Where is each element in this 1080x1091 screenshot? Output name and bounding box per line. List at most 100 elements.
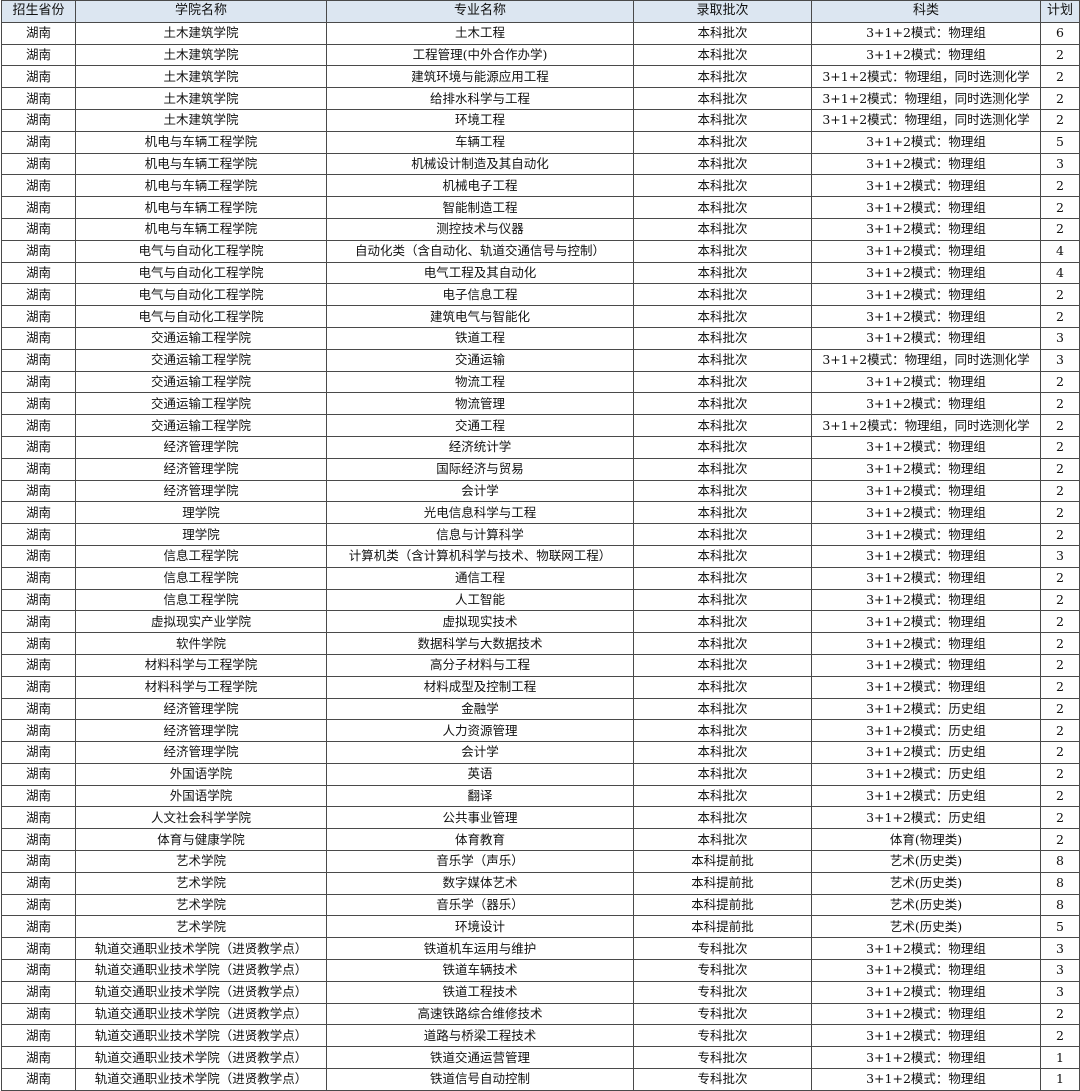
college-cell: 人文社会科学学院 bbox=[75, 806, 327, 830]
subject-category-cell: 3+1+2模式：物理组 bbox=[811, 196, 1041, 219]
table-row: 湖南 交通运输工程学院 交通工程 本科批次 3+1+2模式：物理组，同时选测化学 2 bbox=[1, 414, 1080, 437]
subject-category-cell: 3+1+2模式：物理组 bbox=[811, 43, 1041, 67]
table-row: 湖南 材料科学与工程学院 材料成型及控制工程 本科批次 3+1+2模式：物理组 2 bbox=[1, 675, 1080, 699]
plan-count-cell: 2 bbox=[1040, 1024, 1080, 1048]
major-cell: 铁道工程 bbox=[326, 326, 634, 350]
major-cell: 数据科学与大数据技术 bbox=[326, 632, 634, 655]
province-cell: 湖南 bbox=[1, 871, 76, 895]
header-major: 专业名称 bbox=[326, 0, 634, 23]
batch-cell: 本科批次 bbox=[633, 348, 812, 372]
province-cell: 湖南 bbox=[1, 435, 76, 459]
province-cell: 湖南 bbox=[1, 196, 76, 219]
plan-count-cell: 2 bbox=[1040, 414, 1080, 437]
batch-cell: 专科批次 bbox=[633, 1068, 812, 1091]
plan-count-cell: 6 bbox=[1040, 21, 1080, 45]
province-cell: 湖南 bbox=[1, 632, 76, 655]
province-cell: 湖南 bbox=[1, 1068, 76, 1091]
province-cell: 湖南 bbox=[1, 697, 76, 721]
plan-count-cell: 2 bbox=[1040, 523, 1080, 546]
college-cell: 土木建筑学院 bbox=[75, 43, 327, 67]
college-cell: 电气与自动化工程学院 bbox=[75, 261, 327, 285]
major-cell: 铁道信号自动控制 bbox=[326, 1068, 634, 1091]
batch-cell: 本科批次 bbox=[633, 719, 812, 743]
major-cell: 铁道工程技术 bbox=[326, 980, 634, 1004]
subject-category-cell: 3+1+2模式：物理组 bbox=[811, 21, 1041, 45]
subject-category-cell: 3+1+2模式：物理组 bbox=[811, 326, 1041, 350]
province-cell: 湖南 bbox=[1, 152, 76, 176]
college-cell: 理学院 bbox=[75, 523, 327, 546]
subject-category-cell: 3+1+2模式：历史组 bbox=[811, 784, 1041, 808]
plan-count-cell: 2 bbox=[1040, 87, 1080, 110]
province-cell: 湖南 bbox=[1, 65, 76, 89]
batch-cell: 本科批次 bbox=[633, 414, 812, 437]
plan-count-cell: 2 bbox=[1040, 479, 1080, 503]
table-row: 湖南 电气与自动化工程学院 自动化类（含自动化、轨道交通信号与控制） 本科批次 3+1+… bbox=[1, 239, 1080, 263]
table-row: 湖南 材料科学与工程学院 高分子材料与工程 本科批次 3+1+2模式：物理组 2 bbox=[1, 653, 1080, 677]
table-row: 湖南 机电与车辆工程学院 测控技术与仪器 本科批次 3+1+2模式：物理组 2 bbox=[1, 217, 1080, 241]
plan-count-cell: 4 bbox=[1040, 239, 1080, 263]
plan-count-cell: 2 bbox=[1040, 632, 1080, 655]
table-row: 湖南 交通运输工程学院 交通运输 本科批次 3+1+2模式：物理组，同时选测化学 3 bbox=[1, 348, 1080, 372]
major-cell: 信息与计算科学 bbox=[326, 523, 634, 546]
province-cell: 湖南 bbox=[1, 108, 76, 132]
plan-count-cell: 1 bbox=[1040, 1068, 1080, 1091]
batch-cell: 本科批次 bbox=[633, 174, 812, 198]
province-cell: 湖南 bbox=[1, 828, 76, 852]
batch-cell: 本科批次 bbox=[633, 457, 812, 481]
batch-cell: 专科批次 bbox=[633, 959, 812, 982]
batch-cell: 本科批次 bbox=[633, 741, 812, 764]
table-row: 湖南 电气与自动化工程学院 电气工程及其自动化 本科批次 3+1+2模式：物理组 4 bbox=[1, 261, 1080, 285]
plan-count-cell: 3 bbox=[1040, 959, 1080, 982]
province-cell: 湖南 bbox=[1, 1002, 76, 1026]
plan-count-cell: 8 bbox=[1040, 893, 1080, 917]
table-row: 湖南 交通运输工程学院 物流工程 本科批次 3+1+2模式：物理组 2 bbox=[1, 370, 1080, 394]
batch-cell: 本科批次 bbox=[633, 239, 812, 263]
table-row: 湖南 电气与自动化工程学院 电子信息工程 本科批次 3+1+2模式：物理组 2 bbox=[1, 283, 1080, 307]
subject-category-cell: 3+1+2模式：物理组 bbox=[811, 392, 1041, 416]
batch-cell: 本科批次 bbox=[633, 217, 812, 241]
plan-count-cell: 3 bbox=[1040, 348, 1080, 372]
major-cell: 数字媒体艺术 bbox=[326, 871, 634, 895]
college-cell: 交通运输工程学院 bbox=[75, 392, 327, 416]
major-cell: 高速铁路综合维修技术 bbox=[326, 1002, 634, 1026]
province-cell: 湖南 bbox=[1, 174, 76, 198]
batch-cell: 本科批次 bbox=[633, 806, 812, 830]
province-cell: 湖南 bbox=[1, 239, 76, 263]
plan-count-cell: 8 bbox=[1040, 850, 1080, 873]
batch-cell: 本科批次 bbox=[633, 479, 812, 503]
table-row: 湖南 艺术学院 音乐学（声乐） 本科提前批 艺术(历史类) 8 bbox=[1, 850, 1080, 873]
province-cell: 湖南 bbox=[1, 1046, 76, 1070]
subject-category-cell: 3+1+2模式：物理组 bbox=[811, 152, 1041, 176]
major-cell: 金融学 bbox=[326, 697, 634, 721]
batch-cell: 本科批次 bbox=[633, 108, 812, 132]
plan-count-cell: 2 bbox=[1040, 675, 1080, 699]
subject-category-cell: 艺术(历史类) bbox=[811, 915, 1041, 939]
major-cell: 环境设计 bbox=[326, 915, 634, 939]
batch-cell: 本科批次 bbox=[633, 675, 812, 699]
table-body: 湖南 土木建筑学院 土木工程 本科批次 3+1+2模式：物理组 6 湖南 土木建筑学院 工程管理… bbox=[1, 21, 1080, 1091]
college-cell: 经济管理学院 bbox=[75, 719, 327, 743]
province-cell: 湖南 bbox=[1, 937, 76, 961]
subject-category-cell: 3+1+2模式：物理组 bbox=[811, 239, 1041, 263]
college-cell: 轨道交通职业技术学院（进贤教学点） bbox=[75, 1046, 327, 1070]
province-cell: 湖南 bbox=[1, 850, 76, 873]
province-cell: 湖南 bbox=[1, 457, 76, 481]
major-cell: 建筑环境与能源应用工程 bbox=[326, 65, 634, 89]
subject-category-cell: 3+1+2模式：物理组 bbox=[811, 501, 1041, 525]
college-cell: 轨道交通职业技术学院（进贤教学点） bbox=[75, 1024, 327, 1048]
college-cell: 轨道交通职业技术学院（进贤教学点） bbox=[75, 1068, 327, 1091]
table-row: 湖南 机电与车辆工程学院 智能制造工程 本科批次 3+1+2模式：物理组 2 bbox=[1, 196, 1080, 219]
table-row: 湖南 理学院 光电信息科学与工程 本科批次 3+1+2模式：物理组 2 bbox=[1, 501, 1080, 525]
plan-count-cell: 5 bbox=[1040, 130, 1080, 154]
major-cell: 环境工程 bbox=[326, 108, 634, 132]
college-cell: 土木建筑学院 bbox=[75, 21, 327, 45]
table-row: 湖南 艺术学院 音乐学（器乐） 本科提前批 艺术(历史类) 8 bbox=[1, 893, 1080, 917]
plan-count-cell: 3 bbox=[1040, 152, 1080, 176]
table-row: 湖南 机电与车辆工程学院 车辆工程 本科批次 3+1+2模式：物理组 5 bbox=[1, 130, 1080, 154]
subject-category-cell: 3+1+2模式：历史组 bbox=[811, 741, 1041, 764]
table-row: 湖南 人文社会科学学院 公共事业管理 本科批次 3+1+2模式：历史组 2 bbox=[1, 806, 1080, 830]
batch-cell: 本科批次 bbox=[633, 523, 812, 546]
college-cell: 机电与车辆工程学院 bbox=[75, 196, 327, 219]
batch-cell: 本科批次 bbox=[633, 653, 812, 677]
college-cell: 艺术学院 bbox=[75, 893, 327, 917]
